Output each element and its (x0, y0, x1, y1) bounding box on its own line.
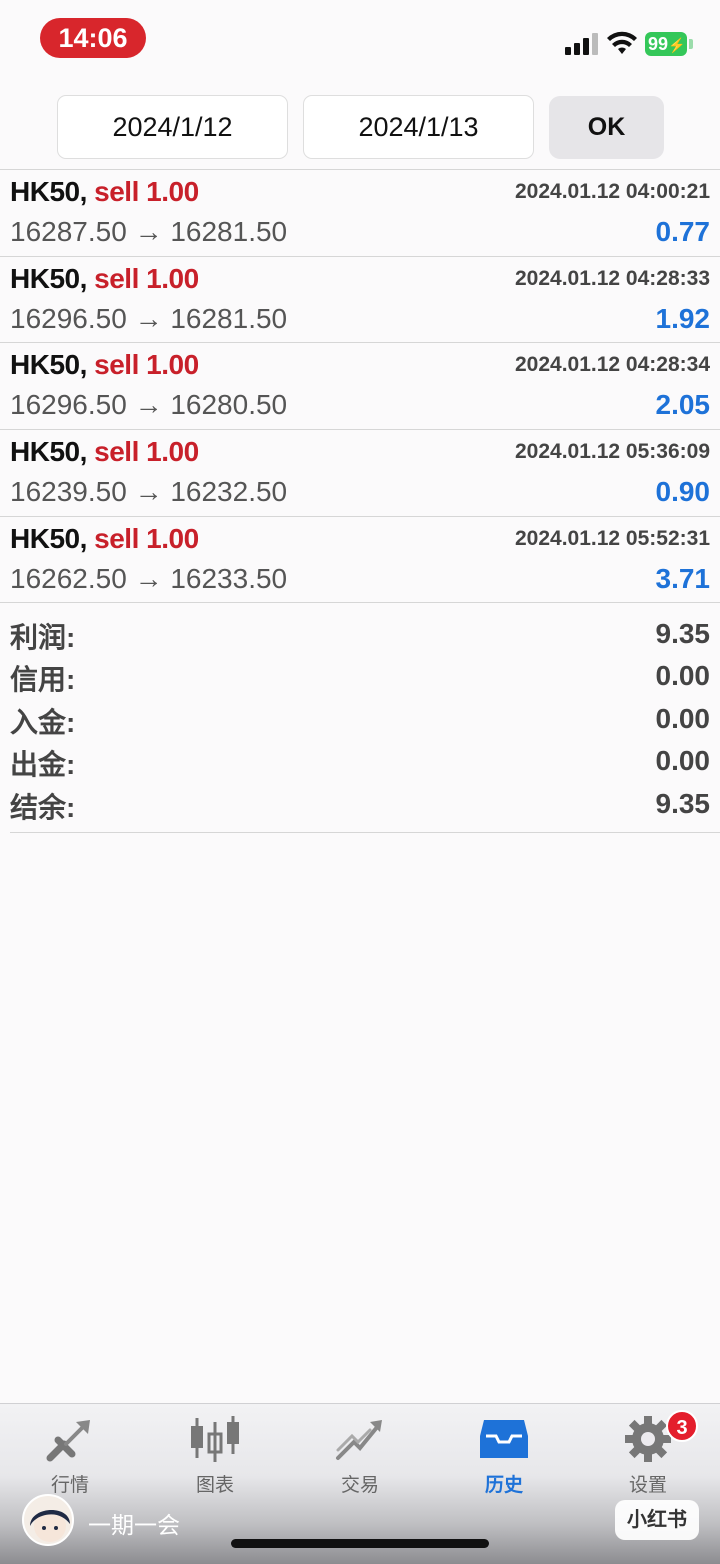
candlestick-chart-icon (191, 1416, 239, 1462)
summary-label: 结余: (10, 791, 76, 823)
summary-label: 入金: (10, 706, 76, 738)
trade-trend-icon (336, 1420, 382, 1460)
deal-prices: 16262.50 → 16233.50 (10, 562, 288, 594)
status-bar: 14:06 99⚡ (0, 0, 720, 80)
history-inbox-icon (480, 1420, 528, 1458)
deal-symbol: HK50, (10, 349, 87, 381)
tab-label: 交易 (340, 1475, 379, 1496)
deal-symbol: HK50, (10, 436, 87, 468)
tab-label: 历史 (484, 1475, 523, 1496)
summary-label: 利润: (10, 622, 76, 653)
summary-value: 0.00 (655, 660, 711, 692)
deal-prices: 16296.50 → 16280.50 (10, 389, 288, 421)
summary-row-deposit: 入金: 0.00 (10, 699, 710, 741)
deal-time: 2024.01.12 04:28:33 (515, 266, 710, 290)
deal-title: HK50, sell 1.00 (10, 263, 199, 295)
battery-tip (689, 39, 693, 49)
deal-list: HK50, sell 1.00 2024.01.12 04:00:21 1628… (0, 170, 720, 604)
deal-side: sell 1.00 (94, 176, 199, 207)
deal-time: 2024.01.12 05:52:31 (515, 526, 710, 550)
tab-trade[interactable]: 交易 (305, 1414, 415, 1504)
summary-label: 信用: (10, 664, 76, 696)
avatar[interactable] (22, 1494, 74, 1546)
deal-row[interactable]: HK50, sell 1.00 2024.01.12 04:00:21 1628… (0, 170, 720, 257)
deal-prices: 16239.50 → 16232.50 (10, 476, 288, 508)
summary-row-credit: 信用: 0.00 (10, 656, 710, 698)
end-date-field[interactable]: 2024/1/13 (303, 95, 534, 159)
summary-row-profit: 利润: 9.35 (10, 614, 710, 656)
deal-time: 2024.01.12 04:28:34 (515, 353, 710, 377)
deal-side: sell 1.00 (94, 262, 199, 294)
cellular-signal-icon (565, 33, 599, 55)
deal-row[interactable]: HK50, sell 1.00 2024.01.12 04:28:34 1629… (0, 343, 720, 431)
deal-title: HK50, sell 1.00 (10, 176, 199, 208)
deal-row[interactable]: HK50, sell 1.00 2024.01.12 04:28:33 1629… (0, 257, 720, 344)
settings-notification-badge: 3 (666, 1410, 698, 1442)
deal-profit: 2.05 (655, 389, 711, 421)
poster-username: 一期一会 (88, 1512, 180, 1538)
quotes-arrows-icon (46, 1420, 90, 1462)
deal-row[interactable]: HK50, sell 1.00 2024.01.12 05:36:09 1623… (0, 430, 720, 517)
deal-profit: 1.92 (655, 302, 711, 334)
tab-history[interactable]: 历史 (449, 1414, 559, 1504)
deal-title: HK50, sell 1.00 (10, 349, 199, 381)
summary-label: 出金: (10, 749, 76, 781)
summary-value: 0.00 (655, 702, 711, 734)
ok-button[interactable]: OK (549, 96, 664, 159)
deal-symbol: HK50, (10, 176, 87, 207)
deal-time: 2024.01.12 04:00:21 (515, 180, 710, 203)
deal-side: sell 1.00 (94, 522, 199, 554)
status-time[interactable]: 14:06 (40, 18, 146, 58)
tab-label: 行情 (50, 1475, 89, 1496)
tab-label: 设置 (628, 1475, 667, 1496)
deal-row[interactable]: HK50, sell 1.00 2024.01.12 05:52:31 1626… (0, 517, 720, 604)
deal-side: sell 1.00 (94, 349, 199, 381)
battery-level: 99 (648, 34, 669, 54)
divider (10, 832, 720, 833)
deal-symbol: HK50, (10, 262, 87, 294)
deal-prices: 16296.50 → 16281.50 (10, 302, 288, 334)
deal-time: 2024.01.12 05:36:09 (515, 440, 710, 464)
deal-profit: 0.77 (655, 216, 711, 247)
summary-row-balance: 结余: 9.35 (10, 784, 710, 826)
deal-side: sell 1.00 (94, 436, 199, 468)
tab-quotes[interactable]: 行情 (15, 1414, 125, 1504)
deal-symbol: HK50, (10, 522, 87, 554)
summary-row-withdrawal: 出金: 0.00 (10, 741, 710, 783)
summary-value: 9.35 (655, 618, 711, 649)
tab-chart[interactable]: 图表 (160, 1414, 270, 1504)
account-summary: 利润: 9.35 信用: 0.00 入金: 0.00 出金: 0.00 结余: … (10, 614, 710, 826)
deal-prices: 16287.50 → 16281.50 (10, 216, 288, 247)
home-indicator[interactable] (231, 1539, 489, 1548)
summary-value: 0.00 (655, 745, 711, 777)
tab-label: 图表 (195, 1475, 234, 1496)
wifi-icon (607, 31, 637, 54)
deal-title: HK50, sell 1.00 (10, 523, 199, 555)
summary-value: 9.35 (655, 787, 711, 819)
battery-icon: 99⚡ (645, 32, 687, 56)
start-date-field[interactable]: 2024/1/12 (57, 95, 288, 159)
deal-title: HK50, sell 1.00 (10, 436, 199, 468)
xiaohongshu-logo: 小红书 (615, 1500, 699, 1540)
deal-profit: 0.90 (655, 476, 711, 508)
deal-profit: 3.71 (655, 562, 711, 594)
